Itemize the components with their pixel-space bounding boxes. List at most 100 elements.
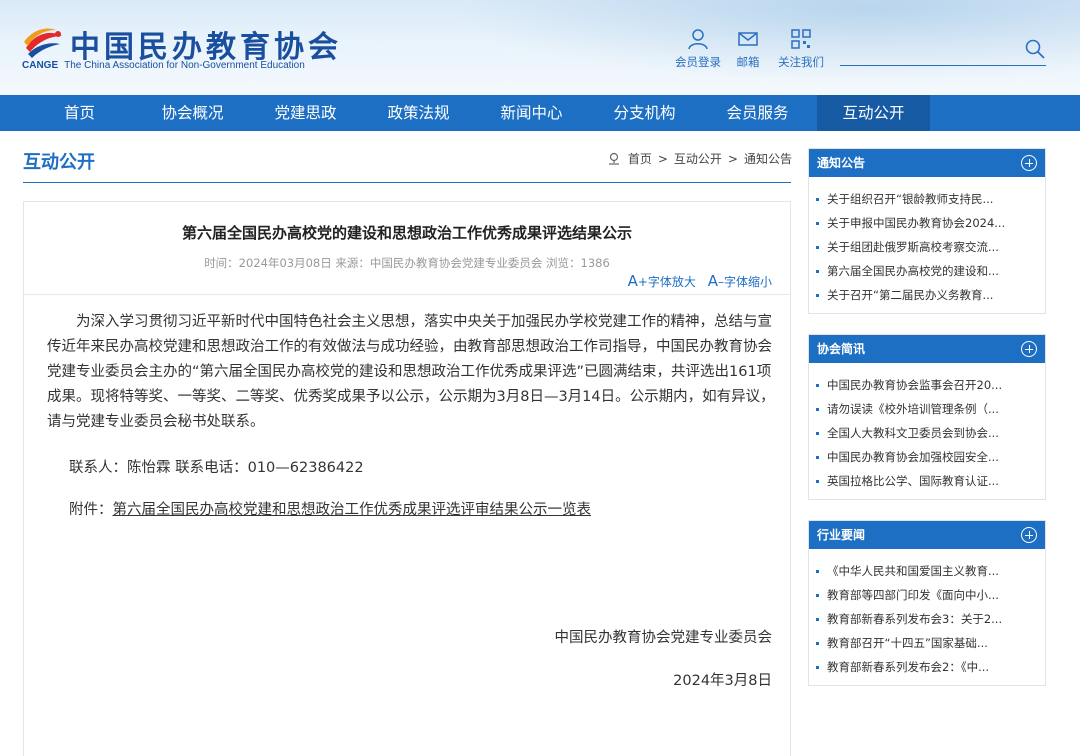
list-item[interactable]: 中国民办教育协会加强校园安全... [816,445,1045,469]
list-item[interactable]: 英国拉格比公学、国际教育认证... [816,469,1045,493]
list-item[interactable]: 教育部等四部门印发《面向中小... [816,583,1045,607]
list-item[interactable]: 教育部召开“十四五”国家基础... [816,631,1045,655]
list-item[interactable]: 中国民办教育协会监事会召开20... [816,373,1045,397]
list-item-label: 教育部召开“十四五”国家基础... [827,636,988,650]
mail-link[interactable]: 邮箱 [718,28,778,70]
list-item-label: 中国民办教育协会监事会召开20... [827,378,1003,392]
nav-item-policy[interactable]: 政策法规 [362,95,475,131]
logo-mark-icon [24,28,62,58]
follow-us-label: 关注我们 [778,55,824,69]
breadcrumb-section[interactable]: 互动公开 [674,152,722,166]
list-item[interactable]: 教育部新春系列发布会2：《中... [816,655,1045,679]
header-divider [840,65,1046,66]
bullet-icon [816,384,819,387]
article-contact: 联系人：陈怡霖 联系电话：010—62386422 [69,460,364,476]
bullet-icon [816,222,819,225]
list-item[interactable]: 教育部新春系列发布会3：关于2... [816,607,1045,631]
logo-abbr: CANGE [22,60,59,71]
signature-date: 2024年3月8日 [673,673,772,689]
font-larger-icon: A [627,272,638,290]
panel-header: 协会简讯 [809,335,1045,363]
nav-item-interaction[interactable]: 互动公开 [817,95,930,131]
list-item-label: 第六届全国民办高校党的建设和... [827,264,999,278]
list-item[interactable]: 全国人大教科文卫委员会到协会... [816,421,1045,445]
plus-circle-icon[interactable] [1021,155,1037,171]
article-title: 第六届全国民办高校党的建设和思想政治工作优秀成果评选结果公示 [181,224,632,242]
list-item-label: 关于组团赴俄罗斯高校考察交流... [827,240,999,254]
list-item-label: 《中华人民共和国爱国主义教育... [827,564,999,578]
mail-label: 邮箱 [736,55,760,69]
list-item-label: 教育部新春系列发布会2：《中... [827,660,990,674]
list-item[interactable]: 《中华人民共和国爱国主义教育... [816,559,1045,583]
breadcrumb-home[interactable]: 首页 [628,152,652,166]
mail-icon [738,32,758,46]
list-item[interactable]: 关于组团赴俄罗斯高校考察交流... [816,235,1045,259]
font-size-controls: A+字体放大 A–字体缩小 [620,272,772,290]
site-header: 中国民办教育协会 CANGE The China Association for … [0,0,1080,95]
font-larger-button[interactable]: A+字体放大 [627,272,696,290]
logo-english-name: CANGE The China Association for Non-Gover… [22,60,305,71]
nav-item-members[interactable]: 会员服务 [701,95,814,131]
list-item-label: 关于申报中国民办教育协会2024... [827,216,1006,230]
breadcrumb: 首页 > 互动公开 > 通知公告 [608,150,792,167]
nav-item-branches[interactable]: 分支机构 [588,95,701,131]
panel-title: 通知公告 [817,156,866,170]
qrcode-icon [791,29,811,49]
font-smaller-button[interactable]: A–字体缩小 [707,272,772,290]
font-smaller-icon: A [707,272,718,290]
site-logo[interactable]: 中国民办教育协会 CANGE The China Association for … [22,24,342,76]
list-item-label: 中国民办教育协会加强校园安全... [827,450,999,464]
bullet-icon [816,408,819,411]
location-icon [609,152,619,165]
list-item[interactable]: 关于组织召开“银龄教师支持民... [816,187,1045,211]
font-larger-label: +字体放大 [637,275,696,289]
list-item[interactable]: 请勿误读《校外培训管理条例（... [816,397,1045,421]
panel-header: 通知公告 [809,149,1045,177]
article-attachment: 附件：第六届全国民办高校党建和思想政治工作优秀成果评选评审结果公示一览表 [69,498,591,519]
attachment-label: 附件： [69,502,113,518]
panel-notices: 通知公告 关于组织召开“银龄教师支持民... 关于申报中国民办教育协会2024.… [808,148,1046,314]
list-item-label: 英国拉格比公学、国际教育认证... [827,474,999,488]
panel-list: 关于组织召开“银龄教师支持民... 关于申报中国民办教育协会2024... 关于… [809,177,1045,313]
panel-list: 中国民办教育协会监事会召开20... 请勿误读《校外培训管理条例（... 全国人… [809,363,1045,499]
list-item[interactable]: 关于申报中国民办教育协会2024... [816,211,1045,235]
list-item[interactable]: 关于召开“第二届民办义务教育... [816,283,1045,307]
search-icon[interactable] [1024,38,1046,60]
bullet-icon [816,618,819,621]
bullet-icon [816,642,819,645]
article-meta: 时间：2024年03月08日 来源：中国民办教育协会党建专业委员会 浏览：138… [204,256,610,270]
article-container: 第六届全国民办高校党的建设和思想政治工作优秀成果评选结果公示 时间：2024年0… [23,201,791,756]
font-smaller-label: –字体缩小 [717,275,772,289]
breadcrumb-current[interactable]: 通知公告 [744,152,792,166]
page-title: 互动公开 [23,152,95,173]
list-item[interactable]: 第六届全国民办高校党的建设和... [816,259,1045,283]
nav-item-about[interactable]: 协会概况 [136,95,249,131]
bullet-icon [816,432,819,435]
nav-item-news[interactable]: 新闻中心 [475,95,588,131]
plus-circle-icon[interactable] [1021,527,1037,543]
panel-industry-news: 行业要闻 《中华人民共和国爱国主义教育... 教育部等四部门印发《面向中小...… [808,520,1046,686]
bullet-icon [816,294,819,297]
list-item-label: 关于召开“第二届民办义务教育... [827,288,994,302]
list-item-label: 全国人大教科文卫委员会到协会... [827,426,999,440]
bullet-icon [816,270,819,273]
user-icon [688,29,708,50]
list-item-label: 请勿误读《校外培训管理条例（... [827,402,999,416]
bullet-icon [816,570,819,573]
bullet-icon [816,480,819,483]
nav-item-home[interactable]: 首页 [23,95,136,131]
bullet-icon [816,594,819,597]
main-nav: 首页 协会概况 党建思政 政策法规 新闻中心 分支机构 会员服务 互动公开 [0,95,1080,131]
bullet-icon [816,666,819,669]
panel-title: 行业要闻 [817,528,866,542]
follow-us-link[interactable]: 关注我们 [771,28,831,70]
plus-circle-icon[interactable] [1021,341,1037,357]
list-item-label: 关于组织召开“银龄教师支持民... [827,192,994,206]
attachment-link[interactable]: 第六届全国民办高校党建和思想政治工作优秀成果评选评审结果公示一览表 [113,502,592,518]
bullet-icon [816,198,819,201]
nav-item-party[interactable]: 党建思政 [249,95,362,131]
logo-en-text: The China Association for Non-Government… [64,60,305,71]
title-divider [23,182,791,183]
panel-list: 《中华人民共和国爱国主义教育... 教育部等四部门印发《面向中小... 教育部新… [809,549,1045,685]
bullet-icon [816,246,819,249]
